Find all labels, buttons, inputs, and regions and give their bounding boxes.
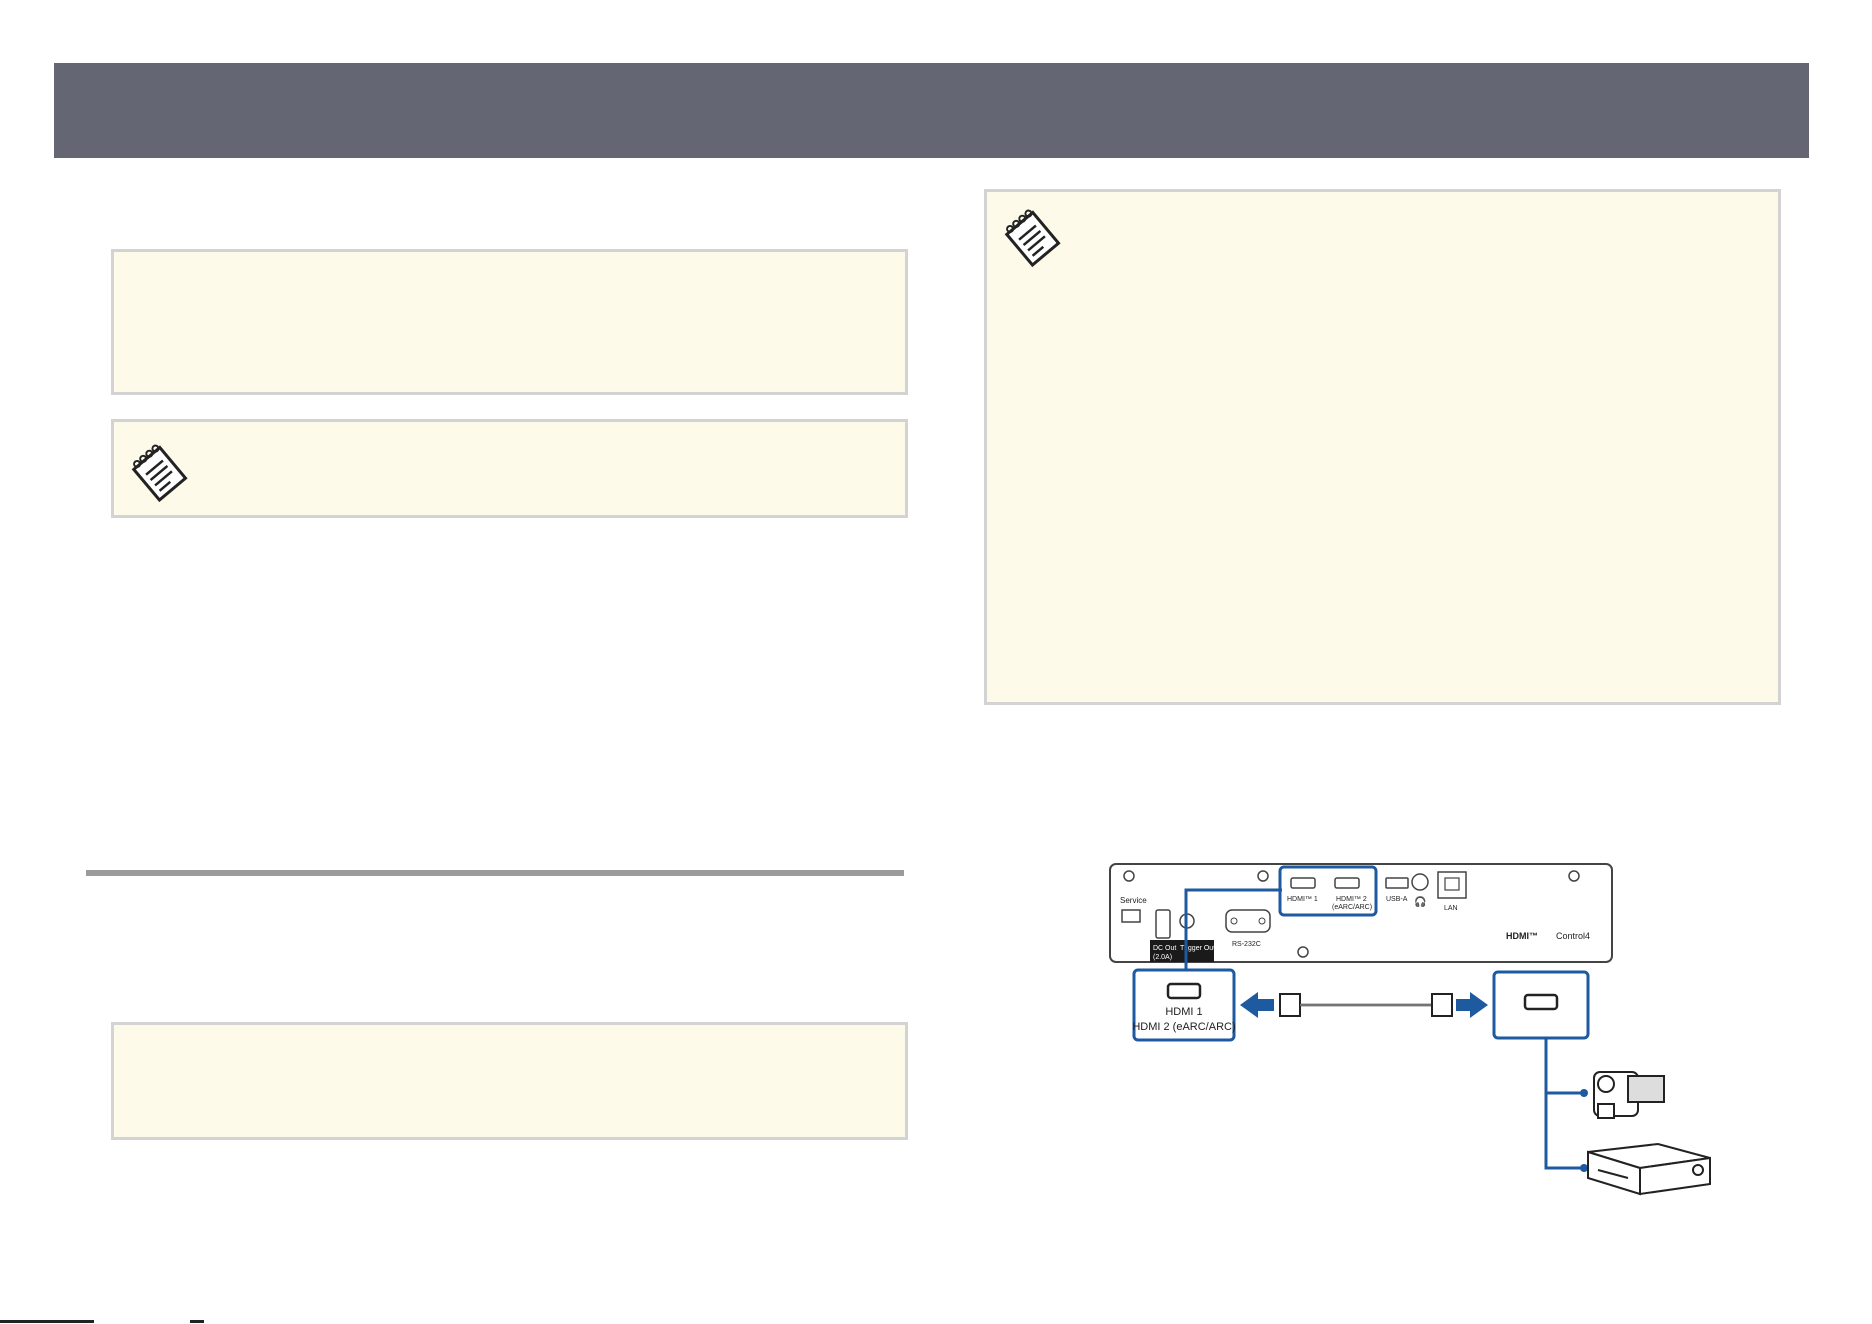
note-box-1 xyxy=(111,249,908,395)
section-rule xyxy=(86,870,904,876)
hdmi-plug-left xyxy=(1279,993,1301,1017)
source-tree-line xyxy=(1544,1038,1584,1170)
source-hdmi-port-icon xyxy=(1523,993,1559,1011)
callout-hdmi1: HDMI 1 xyxy=(1165,1006,1202,1018)
usba-label: USB-A xyxy=(1386,896,1408,903)
lan-label: LAN xyxy=(1444,905,1458,912)
hdmi1-port-label: HDMI™ 1 xyxy=(1287,896,1318,903)
arrow-left-icon xyxy=(1240,992,1274,1018)
service-port xyxy=(1121,909,1141,923)
hdmi2-port-sublabel: (eARC/ARC) xyxy=(1332,904,1372,911)
audio-out-port xyxy=(1411,873,1429,891)
dc-out-label: DC Out xyxy=(1153,945,1176,952)
camcorder-icon xyxy=(1593,1071,1665,1119)
note-box-2 xyxy=(111,419,908,518)
rs232c-label: RS-232C xyxy=(1232,941,1261,948)
note-box-large xyxy=(984,189,1781,705)
dc-out-amp-label: (2.0A) xyxy=(1153,954,1172,961)
headphone-icon: 🎧 xyxy=(1414,895,1426,908)
usba-port xyxy=(1385,877,1409,889)
hdmi2-port-label: HDMI™ 2 xyxy=(1336,896,1367,903)
service-port-label: Service xyxy=(1120,896,1147,905)
note-pad-icon xyxy=(1004,209,1061,268)
hdmi2-port xyxy=(1334,877,1360,889)
hdmi-logo: HDMI™ xyxy=(1506,931,1538,941)
control4-logo: Control4 xyxy=(1556,931,1590,941)
callout-hdmi2: HDMI 2 (eARC/ARC) xyxy=(1132,1021,1235,1033)
hdmi-port-icon xyxy=(1166,982,1202,1000)
video-deck-icon xyxy=(1587,1142,1711,1196)
footer-mark-right xyxy=(190,1320,204,1323)
note-pad-icon xyxy=(131,444,188,503)
dc-out-port xyxy=(1155,909,1171,939)
rs232c-port xyxy=(1225,909,1271,933)
page-header-bar xyxy=(54,63,1809,158)
connection-diagram: Service DC Out (2.0A) Trigger Out RS-232… xyxy=(1109,863,1711,1196)
note-box-3 xyxy=(111,1022,908,1140)
lan-port xyxy=(1437,871,1467,899)
arrow-right-icon xyxy=(1456,992,1488,1018)
footer-mark-left xyxy=(0,1320,94,1323)
hdmi-plug-right xyxy=(1431,993,1453,1017)
hdmi1-port xyxy=(1290,877,1316,889)
